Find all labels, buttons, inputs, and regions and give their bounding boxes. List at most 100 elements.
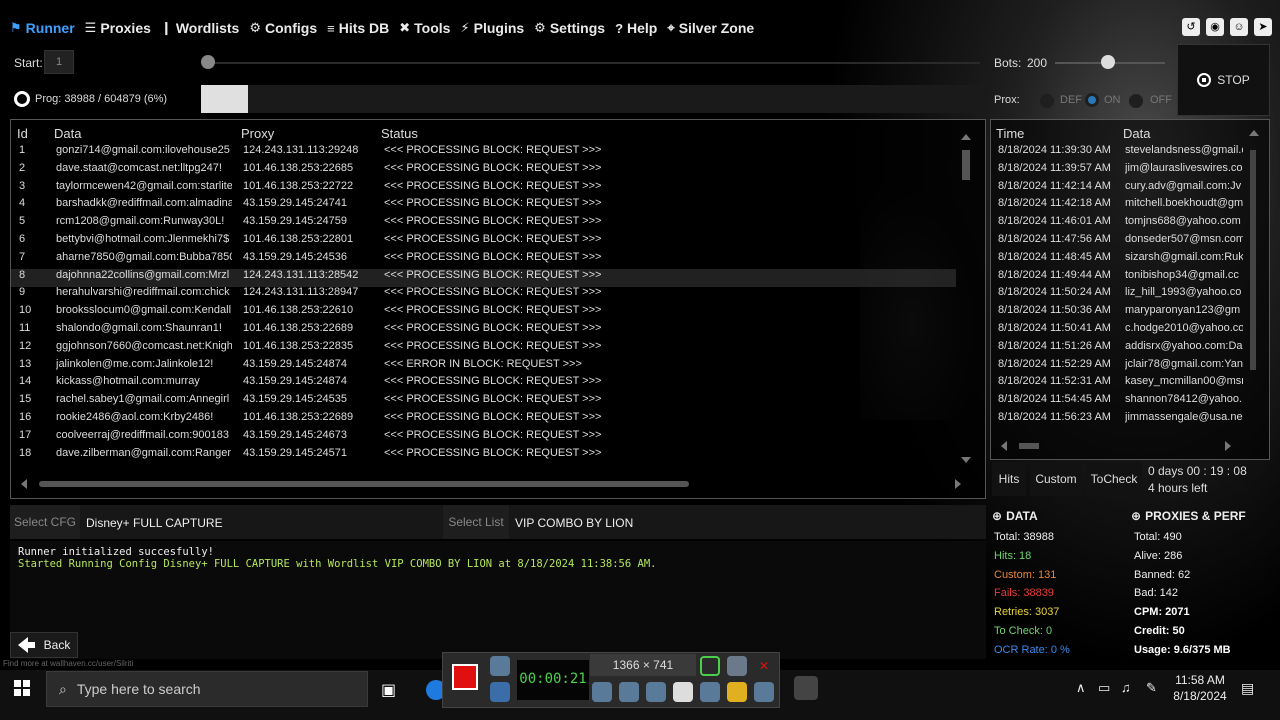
tab-hits[interactable]: Hits: [992, 462, 1026, 496]
nav-proxies[interactable]: ☰ Proxies: [85, 20, 151, 36]
hit-row[interactable]: 8/18/2024 11:54:45 AM shannon78412@yahoo.: [991, 393, 1243, 411]
proxy-on-radio[interactable]: [1085, 93, 1099, 107]
record-stop-button[interactable]: [452, 664, 478, 690]
draw-icon[interactable]: [700, 682, 720, 702]
telegram-icon[interactable]: ➤: [1254, 18, 1272, 36]
table-row[interactable]: 8 dajohnna22collins@gmail.com:Mrzl 124.243…: [11, 268, 956, 287]
speaker-icon[interactable]: [592, 682, 612, 702]
grid-header-status[interactable]: Status: [381, 126, 418, 141]
scroll-right-icon[interactable]: [1225, 441, 1231, 451]
taskbar-search-input[interactable]: ⌕ Type here to search: [46, 671, 368, 707]
pause-icon[interactable]: [490, 682, 510, 702]
hit-row[interactable]: 8/18/2024 11:52:31 AM kasey_mcmillan00@ms…: [991, 375, 1243, 393]
discord-icon[interactable]: ☺: [1230, 18, 1248, 36]
region-icon[interactable]: [700, 656, 720, 676]
table-row[interactable]: 12 ggjohnson7660@comcast.net:Knight 101.46…: [11, 340, 956, 358]
scroll-thumb[interactable]: [1250, 150, 1256, 370]
hit-row[interactable]: 8/18/2024 11:49:44 AM tonibishop34@gmail.…: [991, 269, 1243, 287]
hits-vertical-scrollbar[interactable]: [1249, 130, 1259, 380]
hit-row[interactable]: 8/18/2024 11:46:01 AM tomjns688@yahoo.com: [991, 215, 1243, 233]
microphone-icon[interactable]: [619, 682, 639, 702]
hits-horizontal-scrollbar[interactable]: [1001, 440, 1231, 452]
tab-custom[interactable]: Custom: [1030, 462, 1082, 496]
table-row[interactable]: 2 dave.staat@comcast.net:lltpg247! 101.46.…: [11, 162, 956, 180]
proxy-off-radio[interactable]: [1129, 94, 1143, 108]
back-button[interactable]: Back: [10, 632, 78, 658]
table-row[interactable]: 16 rookie2486@aol.com:Krby2486! 101.46.138…: [11, 411, 956, 429]
grid-horizontal-scrollbar[interactable]: [21, 478, 961, 490]
taskbar-clock[interactable]: 11:58 AM 8/18/2024: [1170, 672, 1230, 704]
volume-icon[interactable]: ♫: [1121, 680, 1141, 700]
snapshot-icon[interactable]: [490, 656, 510, 676]
hit-row[interactable]: 8/18/2024 11:47:56 AM donseder507@msn.com: [991, 233, 1243, 251]
table-row[interactable]: 10 brooksslocum0@gmail.com:Kendall 101.46.…: [11, 304, 956, 322]
hits-header-data[interactable]: Data: [1123, 126, 1150, 141]
table-row[interactable]: 15 rachel.sabey1@gmail.com:Annegirl 43.159…: [11, 393, 956, 411]
scroll-thumb[interactable]: [1019, 443, 1039, 449]
windows-start-icon[interactable]: [14, 680, 30, 696]
grid-header-id[interactable]: Id: [17, 126, 28, 141]
pen-icon[interactable]: ✎: [1146, 680, 1166, 700]
grid-vertical-scrollbar[interactable]: [961, 128, 973, 463]
camera-icon[interactable]: ◉: [1206, 18, 1224, 36]
folder-icon[interactable]: [727, 682, 747, 702]
table-row[interactable]: 14 kickass@hotmail.com:murray 43.159.29.14…: [11, 375, 956, 393]
minimize-icon[interactable]: [727, 656, 747, 676]
nav-plugins[interactable]: ⚡ Plugins: [460, 20, 524, 36]
table-row[interactable]: 7 aharne7850@gmail.com:Bubba7850 43.159.29…: [11, 251, 956, 269]
table-row[interactable]: 6 bettybvi@hotmail.com:Jlenmekhi7$ 101.46.…: [11, 233, 956, 251]
table-row[interactable]: 13 jalinkolen@me.com:Jalinkole12! 43.159.2…: [11, 358, 956, 376]
select-cfg-button[interactable]: Select CFG: [10, 505, 80, 539]
show-hidden-icons[interactable]: ∧: [1076, 680, 1096, 700]
table-row[interactable]: 1 gonzi714@gmail.com:ilovehouse25 124.243.…: [11, 144, 956, 162]
hit-row[interactable]: 8/18/2024 11:42:14 AM cury.adv@gmail.com:…: [991, 180, 1243, 198]
bots-slider-knob[interactable]: [1101, 55, 1115, 69]
hit-row[interactable]: 8/18/2024 11:51:26 AM addisrx@yahoo.com:D…: [991, 340, 1243, 358]
settings-icon[interactable]: [754, 682, 774, 702]
scroll-up-icon[interactable]: [1249, 130, 1259, 136]
scroll-left-icon[interactable]: [21, 479, 27, 489]
table-row[interactable]: 9 herahulvarshi@rediffmail.com:chick 124.2…: [11, 286, 956, 304]
table-row[interactable]: 18 dave.zilberman@gmail.com:Ranger 43.159.…: [11, 447, 956, 465]
nav-tools[interactable]: ✖ Tools: [399, 20, 450, 36]
start-slider-track[interactable]: [205, 62, 980, 64]
scroll-up-icon[interactable]: [961, 134, 971, 140]
hit-row[interactable]: 8/18/2024 11:52:29 AM jclair78@gmail.com:…: [991, 358, 1243, 376]
recorder-app-icon[interactable]: [794, 676, 818, 700]
start-slider-knob[interactable]: [201, 55, 215, 69]
network-icon[interactable]: ▭: [1098, 680, 1118, 700]
grid-header-proxy[interactable]: Proxy: [241, 126, 274, 141]
scroll-down-icon[interactable]: [961, 457, 971, 463]
nav-hits-db[interactable]: ≡ Hits DB: [327, 20, 389, 36]
table-row[interactable]: 4 barshadkk@rediffmail.com:almadina 43.159…: [11, 197, 956, 215]
scroll-right-icon[interactable]: [955, 479, 961, 489]
table-row[interactable]: 11 shalondo@gmail.com:Shaunran1! 101.46.13…: [11, 322, 956, 340]
task-view-icon[interactable]: ▣: [381, 680, 401, 700]
table-row[interactable]: 17 coolveerraj@rediffmail.com:900183 43.15…: [11, 429, 956, 447]
scroll-thumb[interactable]: [39, 481, 689, 487]
nav-runner[interactable]: ⚑ Runner: [10, 20, 75, 36]
hit-row[interactable]: 8/18/2024 11:39:30 AM stevelandsness@gmai…: [991, 144, 1243, 162]
hits-grid[interactable]: Time Data 8/18/2024 11:39:30 AM steveland…: [990, 119, 1270, 460]
table-row[interactable]: 5 rcm1208@gmail.com:Runway30L! 43.159.29.1…: [11, 215, 956, 233]
hit-row[interactable]: 8/18/2024 11:48:45 AM sizarsh@gmail.com:R…: [991, 251, 1243, 269]
nav-settings[interactable]: ⚙ Settings: [534, 20, 605, 36]
hits-header-time[interactable]: Time: [996, 126, 1024, 141]
nav-help[interactable]: ? Help: [615, 20, 657, 36]
history-icon[interactable]: ↺: [1182, 18, 1200, 36]
tab-tocheck[interactable]: ToCheck: [1086, 462, 1142, 496]
hit-row[interactable]: 8/18/2024 11:50:36 AM maryparonyan123@gm: [991, 304, 1243, 322]
scroll-left-icon[interactable]: [1001, 441, 1007, 451]
select-list-button[interactable]: Select List: [443, 505, 509, 539]
nav-silver-zone[interactable]: ⌖ Silver Zone: [667, 20, 754, 36]
webcam-icon[interactable]: [646, 682, 666, 702]
hit-row[interactable]: 8/18/2024 11:42:18 AM mitchell.boekhoudt@…: [991, 197, 1243, 215]
start-input[interactable]: 1: [44, 50, 74, 74]
scroll-thumb[interactable]: [962, 150, 970, 180]
cursor-icon[interactable]: [673, 682, 693, 702]
proxy-def-radio[interactable]: [1040, 94, 1054, 108]
hit-row[interactable]: 8/18/2024 11:56:23 AM jimmassengale@usa.n…: [991, 411, 1243, 429]
stop-button[interactable]: STOP: [1177, 44, 1270, 116]
close-icon[interactable]: ✕: [754, 656, 774, 676]
nav-wordlists[interactable]: ❙ Wordlists: [161, 20, 239, 36]
